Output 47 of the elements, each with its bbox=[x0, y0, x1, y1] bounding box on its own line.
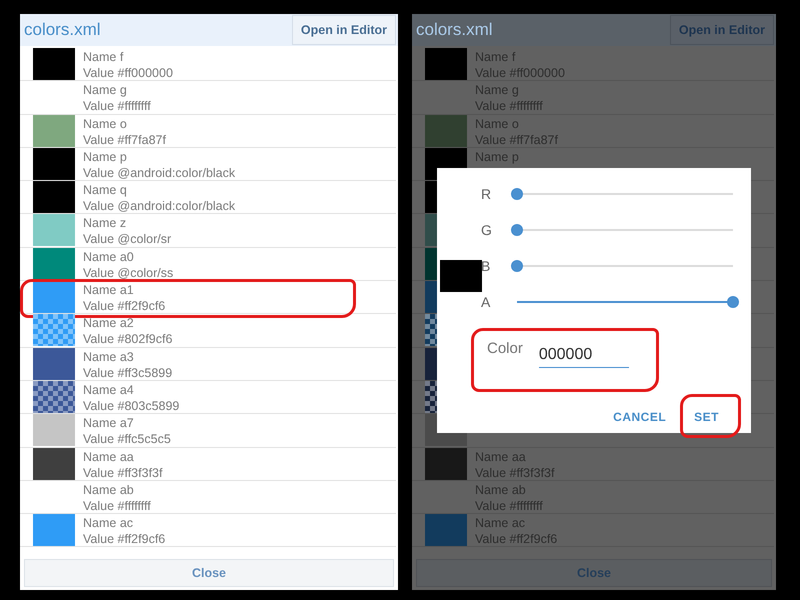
color-label: Color bbox=[487, 340, 523, 357]
color-name: Name f bbox=[83, 49, 124, 65]
color-value: Value #ff2f9cf6 bbox=[83, 531, 166, 548]
color-value: Value @color/sr bbox=[83, 231, 172, 248]
color-name: Name a2 bbox=[83, 315, 135, 332]
dialog-button[interactable]: SET bbox=[692, 406, 721, 428]
color-name: Name a4 bbox=[83, 382, 135, 398]
color-name: Name a1 bbox=[83, 282, 135, 298]
color-input-field[interactable]: 000000 bbox=[538, 346, 629, 368]
color-value: Value #ff3f3f3f bbox=[83, 464, 162, 481]
color-value: Value @android:color/black bbox=[83, 198, 236, 214]
color-name: Name z bbox=[83, 215, 128, 232]
color-value: Value #ff7fa87f bbox=[83, 132, 166, 148]
color-value: Value @android:color/black bbox=[83, 164, 236, 181]
dialog-button[interactable]: CANCEL bbox=[611, 406, 668, 428]
color-value: Value #ffc5c5c5 bbox=[83, 431, 171, 448]
color-value: Value #ff3c5899 bbox=[83, 364, 172, 381]
color-value: Value #803c5899 bbox=[83, 398, 180, 414]
channel-label: B bbox=[481, 258, 492, 274]
slider-thumb[interactable] bbox=[511, 260, 523, 272]
color-name: Name a7 bbox=[83, 415, 135, 432]
color-value: Value #ff2f9cf6 bbox=[83, 298, 166, 314]
channel-label: G bbox=[481, 222, 493, 238]
slider-thumb[interactable] bbox=[727, 296, 739, 308]
color-name: Name q bbox=[83, 182, 128, 198]
close-button[interactable]: Close bbox=[24, 559, 394, 587]
open-in-editor-button[interactable]: Open in Editor bbox=[292, 15, 396, 45]
file-title: colors.xml bbox=[416, 20, 493, 40]
color-value: Value #ffffffff bbox=[83, 98, 151, 114]
slider-thumb[interactable] bbox=[511, 224, 523, 236]
color-value: Value #802f9cf6 bbox=[83, 331, 172, 348]
color-value: Value #ff000000 bbox=[83, 65, 173, 81]
color-name: Name p bbox=[83, 148, 128, 165]
color-name: Name a0 bbox=[83, 248, 135, 265]
color-name: Name g bbox=[83, 82, 128, 98]
open-in-editor-button[interactable]: Open in Editor bbox=[670, 15, 774, 45]
color-value: Value @color/ss bbox=[83, 264, 174, 281]
color-name: Name a3 bbox=[83, 348, 135, 365]
channel-label: A bbox=[481, 294, 492, 310]
channel-label: R bbox=[481, 186, 492, 202]
color-name: Name o bbox=[83, 116, 128, 132]
slider-thumb[interactable] bbox=[511, 188, 523, 200]
file-title: colors.xml bbox=[24, 20, 101, 40]
color-name: Name ac bbox=[83, 515, 134, 532]
color-name: Name aa bbox=[83, 448, 135, 465]
color-value: Value #ffffffff bbox=[83, 498, 151, 514]
color-name: Name ab bbox=[83, 482, 135, 498]
